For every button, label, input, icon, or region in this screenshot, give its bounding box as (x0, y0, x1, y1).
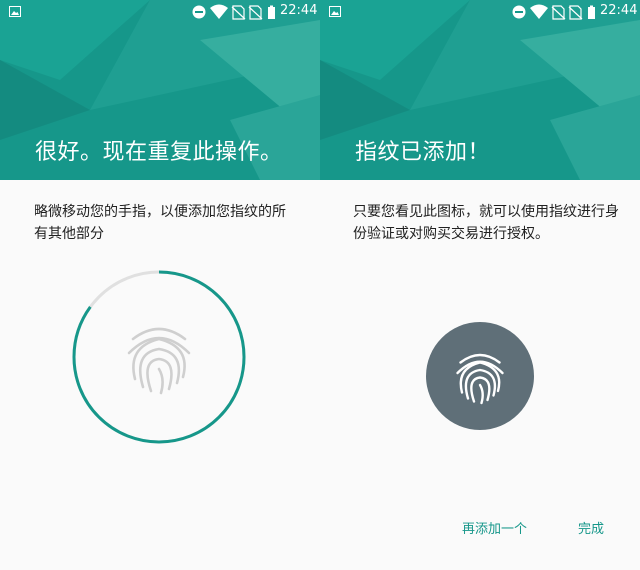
header: 22:44 很好。现在重复此操作。 (0, 0, 320, 180)
screen-enroll-progress: 22:44 很好。现在重复此操作。 略微移动您的手指，以便添加您指纹的所有其他部… (0, 0, 320, 570)
fingerprint-badge (426, 322, 534, 430)
wifi-icon (530, 4, 548, 19)
no-sim-icon (551, 5, 566, 20)
status-time: 22:44 (600, 3, 638, 18)
no-sim-icon (248, 5, 263, 20)
do-not-disturb-icon (192, 5, 206, 19)
do-not-disturb-icon (512, 5, 526, 19)
header: 22:44 指纹已添加！ (320, 0, 640, 180)
page-title: 很好。现在重复此操作。 (35, 140, 283, 165)
gallery-icon (329, 6, 341, 17)
status-bar: 22:44 (0, 0, 320, 24)
instruction-text: 略微移动您的手指，以便添加您指纹的所有其他部分 (34, 204, 286, 242)
status-icons (192, 4, 275, 20)
page-title: 指纹已添加！ (355, 140, 491, 165)
status-icons (512, 4, 595, 20)
status-time: 22:44 (280, 3, 318, 18)
description-text: 只要您看见此图标，就可以使用指纹进行身份验证或对购买交易进行授权。 (353, 204, 619, 242)
battery-icon (588, 5, 595, 19)
fingerprint-icon (127, 327, 191, 395)
gallery-icon (9, 6, 21, 17)
fingerprint-icon (456, 353, 504, 405)
status-bar: 22:44 (320, 0, 640, 24)
no-sim-icon (231, 5, 246, 20)
add-another-button[interactable]: 再添加一个 (462, 520, 527, 540)
done-button[interactable]: 完成 (578, 520, 604, 540)
screen-enroll-complete: 22:44 指纹已添加！ 只要您看见此图标，就可以使用指纹进行身份验证或对购买交… (320, 0, 640, 570)
battery-icon (268, 5, 275, 19)
wifi-icon (210, 4, 228, 19)
no-sim-icon (568, 5, 583, 20)
